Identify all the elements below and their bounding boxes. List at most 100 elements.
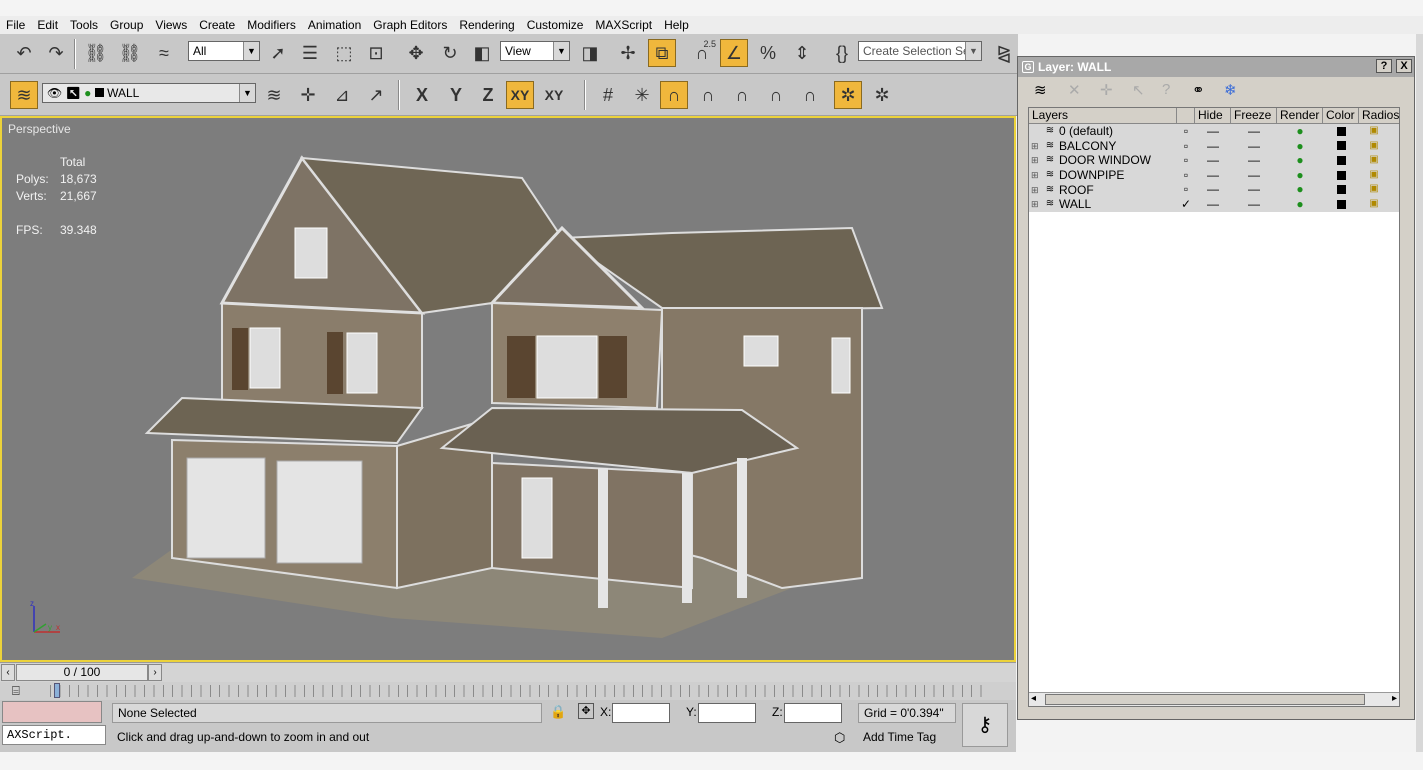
layer-hide-toggle[interactable]: — (1195, 182, 1231, 197)
teapot-icon[interactable]: ● (1277, 124, 1323, 139)
time-slider-prev-icon[interactable]: ‹ (1, 664, 15, 681)
freeze-unfreeze-all-icon[interactable]: ❄ (1224, 81, 1237, 99)
reference-coordinate-dropdown[interactable]: View ▼ (500, 41, 570, 61)
axis-y-button[interactable]: Y (442, 81, 470, 109)
lock-icon[interactable]: 🔒 (550, 704, 566, 720)
layer-name[interactable]: 0 (default) (1059, 124, 1113, 138)
highlight-selected-icon[interactable]: ? (1162, 81, 1170, 98)
snap-edge-icon[interactable]: ∩ (728, 81, 756, 109)
redo-icon[interactable]: ↷ (42, 39, 70, 67)
teapot-icon[interactable]: ● (1277, 182, 1323, 197)
layer-name[interactable]: BALCONY (1059, 139, 1116, 153)
track-bar-cursor[interactable] (54, 683, 60, 698)
snap-endpoint-icon[interactable]: ∩ (694, 81, 722, 109)
mini-curve-editor-icon[interactable]: ⌸ (12, 683, 20, 699)
menu-animation[interactable]: Animation (302, 18, 367, 32)
layer-freeze-toggle[interactable]: — (1231, 182, 1277, 197)
snap-options-icon[interactable]: ✲ (834, 81, 862, 109)
selection-filter-dropdown[interactable]: All ▼ (188, 41, 260, 61)
scroll-right-icon[interactable]: ▸ (1392, 693, 1397, 704)
menu-create[interactable]: Create (193, 18, 241, 32)
spinner-snap-icon[interactable]: ⇕ (788, 39, 816, 67)
column-hide[interactable]: Hide (1195, 108, 1231, 123)
z-coordinate-input[interactable] (784, 703, 842, 723)
layer-name[interactable]: WALL (1059, 197, 1091, 211)
create-new-layer-icon[interactable]: ≋ (1034, 81, 1047, 99)
radiosity-icon[interactable]: ▣ (1359, 197, 1389, 212)
unlink-selection-icon[interactable]: ⛓ (116, 39, 144, 67)
teapot-icon[interactable]: ● (1277, 168, 1323, 183)
column-layers[interactable]: Layers (1029, 108, 1177, 123)
create-new-layer-icon[interactable]: ≋ (260, 81, 288, 109)
layer-manager-icon[interactable]: ≋ (10, 81, 38, 109)
layer-freeze-toggle[interactable]: — (1231, 168, 1277, 183)
move-icon[interactable]: ✥ (402, 39, 430, 67)
track-bar[interactable]: ⌸ (0, 682, 1016, 700)
hide-unhide-all-icon[interactable]: ⚭ (1192, 81, 1205, 99)
add-selected-icon[interactable]: ✛ (1100, 81, 1113, 99)
current-layer-checkmark-icon[interactable]: ✓ (1177, 197, 1195, 212)
menu-customize[interactable]: Customize (521, 18, 590, 32)
layer-row[interactable]: ⊞ ≋ DOOR WINDOW ▫ — — ● ▣ (1029, 153, 1399, 168)
layer-freeze-toggle[interactable]: — (1231, 153, 1277, 168)
menu-tools[interactable]: Tools (64, 18, 104, 32)
select-and-link-icon[interactable]: ⛓ (82, 39, 110, 67)
select-layer-objects-icon[interactable]: ⊿ (328, 81, 356, 109)
menu-modifiers[interactable]: Modifiers (241, 18, 302, 32)
radiosity-icon[interactable]: ▣ (1359, 139, 1389, 154)
bind-space-warp-icon[interactable]: ≈ (150, 39, 178, 67)
time-slider[interactable]: 0 / 100 (16, 664, 148, 681)
layer-list-scrollbar[interactable]: ◂ ▸ (1029, 692, 1399, 706)
layer-name[interactable]: DOOR WINDOW (1059, 153, 1151, 167)
teapot-icon[interactable]: ● (1277, 197, 1323, 212)
layer-color-swatch[interactable] (1323, 153, 1359, 168)
layer-current-box[interactable]: ▫ (1177, 168, 1195, 183)
maxscript-mini-listener[interactable]: AXScript. (2, 725, 106, 745)
menu-maxscript[interactable]: MAXScript (589, 18, 658, 32)
layer-hide-toggle[interactable]: — (1195, 124, 1231, 139)
axis-z-button[interactable]: Z (474, 81, 502, 109)
expand-plus-icon[interactable]: ⊞ (1031, 153, 1041, 167)
layer-row[interactable]: ⊞ ≋ BALCONY ▫ — — ● ▣ (1029, 138, 1399, 154)
layer-color-swatch[interactable] (1323, 168, 1359, 183)
column-radiosity[interactable]: Radios (1359, 108, 1399, 123)
menu-group[interactable]: Group (104, 18, 149, 32)
layer-name[interactable]: ROOF (1059, 183, 1094, 197)
layer-color-swatch[interactable] (1323, 139, 1359, 154)
expand-plus-icon[interactable]: ⊞ (1031, 168, 1041, 182)
snap-face-icon[interactable]: ∩ (762, 81, 790, 109)
scroll-left-icon[interactable]: ◂ (1031, 693, 1036, 704)
select-highlighted-icon[interactable]: ↖ (1132, 81, 1145, 99)
axis-x-button[interactable]: X (408, 81, 436, 109)
teapot-icon[interactable]: ● (1277, 153, 1323, 168)
window-crossing-icon[interactable]: ⊡ (362, 39, 390, 67)
teapot-icon[interactable]: ● (1277, 139, 1323, 154)
column-freeze[interactable]: Freeze (1231, 108, 1277, 123)
snap-pivot-icon[interactable]: ✳ (628, 81, 656, 109)
axis-xy-cycle-button[interactable]: XY (540, 81, 568, 109)
close-button[interactable]: X (1396, 59, 1412, 73)
radiosity-icon[interactable]: ▣ (1359, 153, 1389, 168)
set-key-icon[interactable]: ⚷ (962, 703, 1008, 747)
expand-plus-icon[interactable]: ⊞ (1031, 197, 1041, 211)
scale-icon[interactable]: ◧ (468, 39, 496, 67)
x-coordinate-input[interactable] (612, 703, 670, 723)
time-tag-icon[interactable]: ⬡ (834, 730, 845, 746)
layer-hide-toggle[interactable]: — (1195, 197, 1231, 212)
layer-row[interactable]: ⊞ ≋ ROOF ▫ — — ● ▣ (1029, 182, 1399, 197)
snaps-toggle-icon[interactable]: 2.5 ∩ (688, 39, 716, 67)
menu-views[interactable]: Views (149, 18, 193, 32)
maxscript-listener-output[interactable] (2, 701, 102, 723)
delete-layer-icon[interactable]: ✕ (1068, 81, 1081, 99)
layer-color-swatch[interactable] (1323, 124, 1359, 139)
angle-snap-icon[interactable]: ∠ (720, 39, 748, 67)
add-time-tag-button[interactable]: Add Time Tag (858, 728, 956, 748)
layer-freeze-toggle[interactable]: — (1231, 197, 1277, 212)
snap-vertex-icon[interactable]: ∩ (660, 81, 688, 109)
rotate-icon[interactable]: ↻ (436, 39, 464, 67)
snap-xy-icon[interactable]: ✲ (868, 81, 896, 109)
expand-plus-icon[interactable]: ⊞ (1031, 183, 1041, 197)
set-current-layer-icon[interactable]: ↗ (362, 81, 390, 109)
column-render[interactable]: Render (1277, 108, 1323, 123)
scrollbar-thumb[interactable] (1045, 694, 1365, 705)
